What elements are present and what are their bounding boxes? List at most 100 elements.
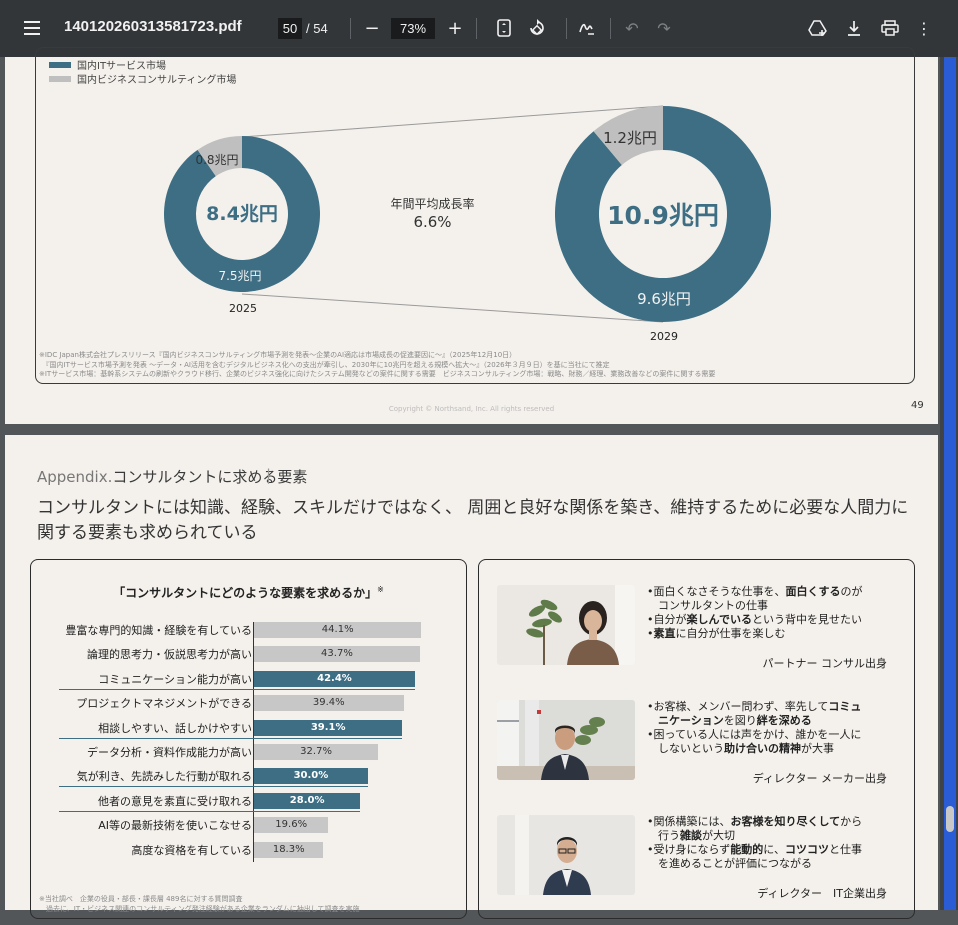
quote-emphasis: 素直 xyxy=(653,627,676,640)
survey-title-mark: ※ xyxy=(377,585,384,594)
document-title: 140120260313581723.pdf xyxy=(64,18,242,35)
footnote-1: ※IDC Japan株式会社プレスリリース『国内ビジネスコンサルティング市場予測… xyxy=(39,351,517,359)
bar-category-label: AI等の最新技術を使いこなせる xyxy=(98,819,252,833)
quote-text: を図り xyxy=(723,714,757,727)
survey-footnote-2: 過去に、IT・ビジネス関連のコンサルティング発注経験がある企業をランダムに抽出し… xyxy=(39,905,360,913)
bar-value-label: 30.0% xyxy=(293,770,329,782)
quote-emphasis: 楽しんでいる xyxy=(686,613,752,626)
heading-divider: | xyxy=(266,466,272,484)
quote-emphasis: 助け合いの精神 xyxy=(724,742,801,755)
quote-emphasis: ニケーション xyxy=(658,714,724,727)
quote-text: が大事 xyxy=(801,742,834,755)
highlight-underline xyxy=(59,810,361,812)
donut-2029-it-label: 9.6兆円 xyxy=(637,290,691,308)
quote-text: のが xyxy=(840,585,863,598)
quote-text: という背中を見せたい xyxy=(751,613,862,626)
bar-value-label: 19.6% xyxy=(275,819,308,831)
bar-category-label: 論理的思考力・仮説思考力が高い xyxy=(87,648,252,662)
more-icon[interactable]: ⋮ xyxy=(916,16,932,40)
quote-emphasis: コミュ xyxy=(828,700,862,713)
donut-2029-total: 10.9兆円 xyxy=(607,201,719,230)
toolbar-divider xyxy=(610,18,611,39)
portrait-photo-man-glasses xyxy=(497,815,635,895)
bar-value-label: 43.7% xyxy=(321,648,353,660)
quote-text: コンサルタントの仕事 xyxy=(647,599,768,612)
pdf-page-49: 国内ITサービス市場 国内ビジネスコンサルティング市場 8.4兆円 0.8兆円 … xyxy=(5,47,938,424)
section-title: コンサルタントに求める要素 xyxy=(112,468,308,486)
fit-page-icon[interactable] xyxy=(494,17,514,39)
annotate-icon[interactable] xyxy=(576,17,598,39)
bar-6: 32.7% xyxy=(254,744,379,760)
print-icon[interactable] xyxy=(879,17,901,39)
scrollbar-thumb[interactable] xyxy=(946,806,954,832)
quote-emphasis: 面白くする xyxy=(785,585,841,598)
bar-9: 19.6% xyxy=(254,817,329,834)
quote-text: •お客様、メンバー問わず、率先して xyxy=(647,700,829,713)
bar-category-label: データ分析・資料作成能力が高い xyxy=(87,746,252,759)
quote-text: •関係構築には、 xyxy=(647,815,731,828)
bar-7: 30.0% xyxy=(254,768,368,785)
bar-category-label: 相談しやすい、話しかけやすい xyxy=(98,721,252,735)
bar-value-label: 32.7% xyxy=(300,746,332,757)
profile-quote: •お客様、メンバー問わず、率先してコミュ ニケーションを図り絆を深める •困ってい… xyxy=(647,700,897,756)
page-number-input[interactable]: 50 xyxy=(278,18,302,39)
bar-3: 42.4% xyxy=(254,670,415,687)
bar-value-label: 28.0% xyxy=(289,794,325,806)
add-to-drive-icon[interactable] xyxy=(807,17,829,39)
quote-text: から xyxy=(840,815,863,828)
rotate-icon[interactable] xyxy=(526,17,548,39)
quote-line: •自分が楽しんでいるという背中を見せたい xyxy=(647,613,897,627)
quote-emphasis: 雑談 xyxy=(680,829,702,842)
bar-4: 39.4% xyxy=(254,695,404,712)
quote-line: •受け身にならず能動的に、コツコツと仕事 xyxy=(647,843,897,857)
redo-icon[interactable]: ↷ xyxy=(654,16,674,40)
bar-category-label: コミュニケーション能力が高い xyxy=(98,672,252,686)
portrait-photo-woman xyxy=(497,585,635,665)
quote-line: ニケーションを図り絆を深める xyxy=(647,714,897,728)
download-icon[interactable] xyxy=(844,17,864,39)
profiles-card: •面白くなさそうな仕事を、面白くするのが コンサルタントの仕事 •自分が楽しんでい… xyxy=(478,559,915,919)
bar-value-label: 39.1% xyxy=(310,721,346,733)
undo-icon[interactable]: ↶ xyxy=(622,16,642,40)
quote-text: •困っている人には声をかけ、誰かを一人に xyxy=(647,728,862,741)
bar-value-label: 44.1% xyxy=(321,624,354,635)
highlight-underline xyxy=(59,737,403,739)
profile-quote: •面白くなさそうな仕事を、面白くするのが コンサルタントの仕事 •自分が楽しんでい… xyxy=(647,585,897,641)
quote-text: •受け身にならず xyxy=(647,843,731,856)
footnote-3: ※ITサービス市場：基幹系システムの刷新やクラウド移行、企業のビジネス強化に向け… xyxy=(39,370,716,378)
survey-title: 「コンサルタントにどのような要素を求めるか」※ xyxy=(31,584,466,601)
profile-director-maker: •お客様、メンバー問わず、率先してコミュ ニケーションを図り絆を深める •困ってい… xyxy=(497,700,907,810)
year-2025-label: 2025 xyxy=(229,302,257,315)
menu-icon[interactable] xyxy=(20,16,44,40)
year-2029-label: 2029 xyxy=(650,330,678,343)
profile-role: ディレクター メーカー出身 xyxy=(752,772,887,785)
page-total: / 54 xyxy=(306,21,328,36)
quote-emphasis: 絆を深める xyxy=(756,714,812,727)
pdf-page-50: Appendix. | コンサルタントに求める要素 コンサルタントには知識、経験、ス… xyxy=(5,435,938,919)
quote-line: •素直に自分が仕事を楽しむ xyxy=(647,627,897,641)
bar-5: 39.1% xyxy=(254,719,403,736)
quote-text: しないという xyxy=(647,742,724,755)
headline: コンサルタントには知識、経験、スキルだけではなく、 周囲と良好な関係を築き、維持… xyxy=(37,498,909,543)
quote-line: •関係構築には、お客様を知り尽くしてから xyxy=(647,815,897,829)
bar-2: 43.7% xyxy=(254,646,420,663)
portrait-photo-man-office xyxy=(497,700,635,780)
zoom-input[interactable]: 73% xyxy=(391,18,435,39)
profile-role: パートナー コンサル出身 xyxy=(762,657,888,670)
survey-card: 「コンサルタントにどのような要素を求めるか」※ 豊富な専門的知識・経験を有してい… xyxy=(30,559,467,919)
growth-rate-label: 年間平均成長率 xyxy=(390,197,475,211)
quote-text: •自分が xyxy=(647,613,687,626)
donut-2025-total: 8.4兆円 xyxy=(206,203,278,225)
zoom-in-icon[interactable]: + xyxy=(445,16,465,40)
zoom-out-icon[interactable]: − xyxy=(362,16,382,40)
appendix-label: Appendix. xyxy=(37,468,113,486)
bar-value-label: 18.3% xyxy=(272,843,305,855)
bar-category-label: 気が利き、先読みした行動が取れる xyxy=(76,770,252,784)
quote-line: 行う雑談が大切 xyxy=(647,829,897,843)
donut-2025-consulting-label: 0.8兆円 xyxy=(195,153,239,167)
copyright: Copyright © Northsand, Inc. All rights r… xyxy=(388,405,555,413)
quote-emphasis: コツコツ xyxy=(784,843,829,856)
toolbar-divider xyxy=(566,18,567,39)
quote-text: と仕事 xyxy=(828,843,862,856)
bar-category-label: 高度な資格を有している xyxy=(131,843,252,857)
